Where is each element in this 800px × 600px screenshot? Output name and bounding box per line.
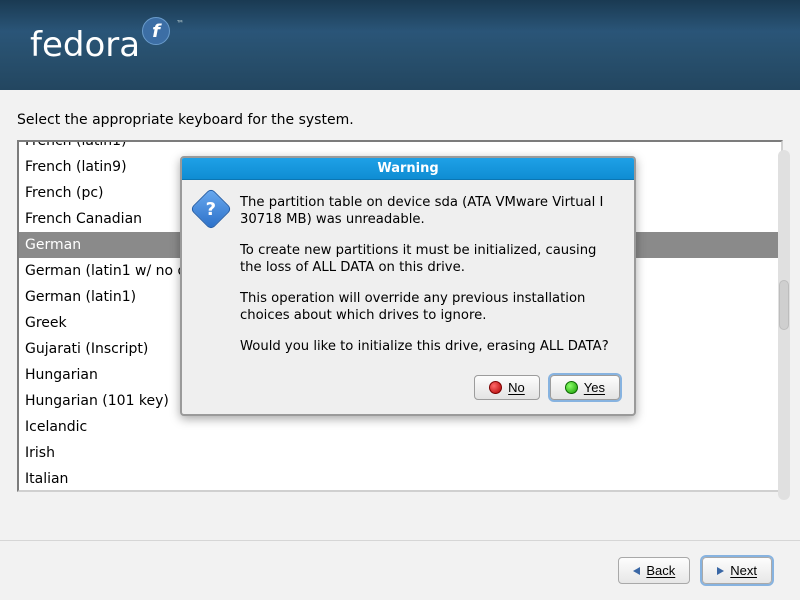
brand-text: fedora [30, 25, 140, 65]
installer-header: fedora ™ [0, 0, 800, 90]
dialog-message: The partition table on device sda (ATA V… [240, 194, 618, 361]
next-button[interactable]: Next [702, 557, 772, 584]
fedora-logo: fedora ™ [30, 25, 184, 65]
back-button-label: Back [646, 563, 675, 578]
warning-dialog: Warning ? The partition table on device … [180, 156, 636, 416]
arrow-right-icon [717, 567, 724, 575]
next-button-label: Next [730, 563, 757, 578]
dialog-title: Warning [182, 158, 634, 180]
dialog-button-row: No Yes [182, 369, 634, 414]
no-button-label: No [508, 380, 525, 395]
green-dot-icon [565, 381, 578, 394]
dialog-paragraph: This operation will override any previou… [240, 290, 618, 324]
keyboard-list-item[interactable]: Icelandic [19, 414, 781, 440]
dialog-paragraph: To create new partitions it must be init… [240, 242, 618, 276]
dialog-paragraph: The partition table on device sda (ATA V… [240, 194, 618, 228]
footer-bar: Back Next [0, 540, 800, 600]
scrollbar-thumb[interactable] [779, 280, 789, 330]
keyboard-list-item[interactable]: Irish [19, 440, 781, 466]
window-scrollbar[interactable] [778, 150, 790, 500]
question-icon: ? [190, 188, 232, 230]
instruction-text: Select the appropriate keyboard for the … [17, 112, 783, 128]
keyboard-list-item[interactable]: French (latin1) [19, 140, 781, 154]
trademark: ™ [176, 19, 184, 28]
keyboard-list-item[interactable]: Italian [19, 466, 781, 492]
no-button[interactable]: No [474, 375, 540, 400]
dialog-paragraph: Would you like to initialize this drive,… [240, 338, 618, 355]
yes-button[interactable]: Yes [550, 375, 620, 400]
back-button[interactable]: Back [618, 557, 690, 584]
yes-button-label: Yes [584, 380, 605, 395]
fedora-bubble-icon [142, 17, 170, 45]
arrow-left-icon [633, 567, 640, 575]
red-dot-icon [489, 381, 502, 394]
